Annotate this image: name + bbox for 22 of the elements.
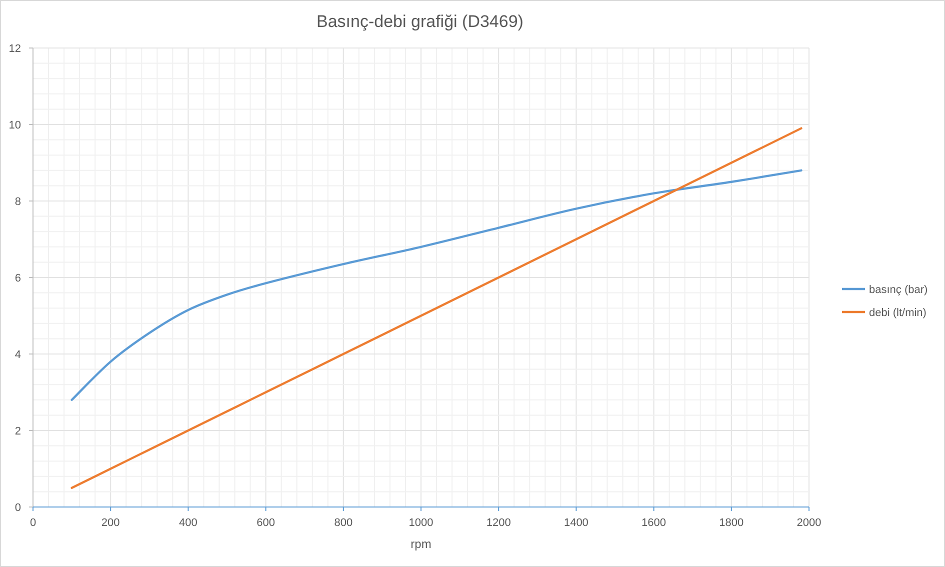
tick-label: 1200 bbox=[486, 517, 511, 529]
tick-label: 1800 bbox=[719, 517, 744, 529]
tick-label: 600 bbox=[256, 517, 275, 529]
tick-label: 2000 bbox=[796, 517, 822, 529]
tick-label: 1000 bbox=[408, 517, 434, 529]
chart-title: Basınç-debi grafiği (D3469) bbox=[316, 12, 524, 31]
tick-label: 6 bbox=[14, 272, 21, 284]
tick-label: 4 bbox=[14, 349, 21, 361]
tick-label: 1400 bbox=[564, 517, 588, 529]
tick-label: 10 bbox=[8, 120, 21, 132]
tick-label: 1600 bbox=[642, 517, 666, 529]
axis-title: rpm bbox=[410, 537, 432, 551]
tick-label: 8 bbox=[14, 196, 21, 208]
legend-label: basınç (bar) bbox=[869, 284, 928, 296]
tick-label: 2 bbox=[14, 426, 21, 438]
tick-label: 0 bbox=[14, 502, 21, 514]
tick-label: 12 bbox=[8, 43, 21, 55]
tick-label: 400 bbox=[179, 517, 198, 529]
legend-label: debi (lt/min) bbox=[869, 307, 926, 319]
tick-label: 0 bbox=[30, 517, 36, 529]
tick-label: 800 bbox=[334, 517, 353, 529]
tick-label: 200 bbox=[101, 517, 120, 529]
